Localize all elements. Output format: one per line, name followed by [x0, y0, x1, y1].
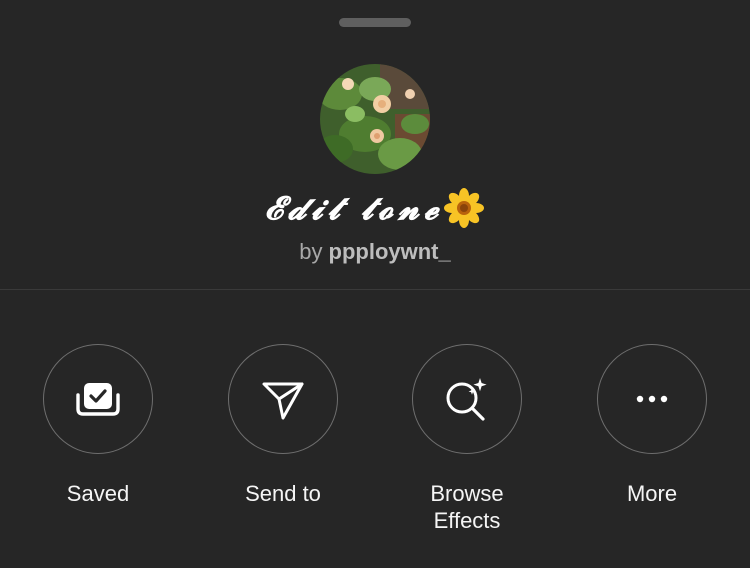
saved-button[interactable]: Saved	[23, 344, 173, 507]
saved-button-circle[interactable]	[43, 344, 153, 454]
ellipsis-icon	[636, 395, 668, 403]
creator-username-link[interactable]: ppploywnt_	[329, 239, 451, 264]
send-to-button[interactable]: Send to	[208, 344, 358, 507]
search-sparkle-icon	[446, 378, 487, 421]
effect-title: 𝓔𝓭𝓲𝓽 𝓽𝓸𝓷𝓮	[0, 184, 750, 232]
paper-plane-icon	[262, 382, 304, 420]
effect-thumbnail-avatar[interactable]	[320, 64, 430, 174]
more-button-circle[interactable]	[597, 344, 707, 454]
more-label: More	[626, 481, 678, 506]
browse-effects-label: Browse Effects	[430, 481, 504, 533]
effect-bottom-sheet: 𝓔𝓭𝓲𝓽 𝓽𝓸𝓷𝓮 by ppploywnt_ Saved Send to Br…	[0, 0, 750, 568]
effect-title-text: 𝓔𝓭𝓲𝓽 𝓽𝓸𝓷𝓮	[264, 189, 444, 227]
send-to-button-circle[interactable]	[228, 344, 338, 454]
saved-label: Saved	[66, 481, 130, 506]
browse-effects-button-circle[interactable]	[412, 344, 522, 454]
effect-header: 𝓔𝓭𝓲𝓽 𝓽𝓸𝓷𝓮 by ppploywnt_	[0, 0, 750, 289]
effect-creator-byline: by ppploywnt_	[0, 238, 750, 266]
byline-prefix: by	[299, 239, 323, 264]
send-to-label: Send to	[245, 481, 321, 506]
section-divider	[0, 289, 750, 290]
saved-collection-icon	[76, 383, 120, 416]
browse-effects-button[interactable]: Browse Effects	[392, 344, 542, 534]
sunflower-icon	[444, 188, 485, 228]
more-button[interactable]: More	[577, 344, 727, 507]
